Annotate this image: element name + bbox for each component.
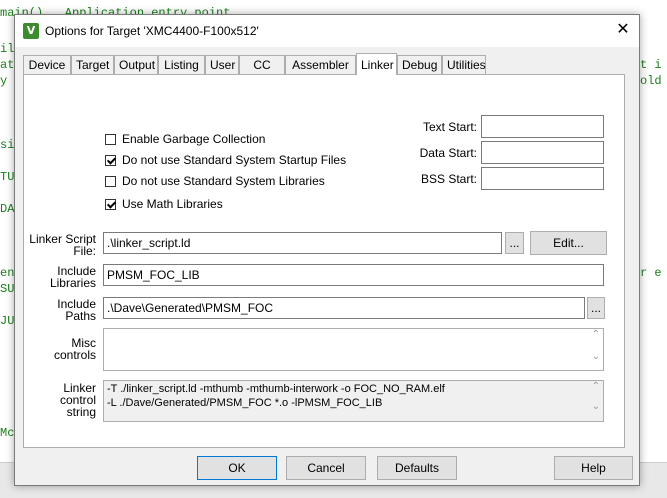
linker-script-label: Linker Script File: xyxy=(29,232,96,258)
linker-control-string-label: Linker control string xyxy=(59,381,96,419)
tab-target[interactable]: Target xyxy=(71,55,114,74)
data-start-input[interactable] xyxy=(481,141,604,164)
tab-user[interactable]: User xyxy=(205,55,239,74)
no-std-system-libraries-checkbox[interactable] xyxy=(105,175,116,187)
include-libraries-input[interactable]: PMSM_FOC_LIB xyxy=(103,264,604,286)
enable-garbage-collection-option[interactable]: Enable Garbage Collection xyxy=(105,132,265,146)
scroll-up-icon[interactable]: ⌃ xyxy=(592,329,600,340)
tab-device[interactable]: Device xyxy=(23,55,71,74)
browse-paths-button[interactable]: ... xyxy=(587,297,605,319)
code-line: r e xyxy=(640,266,662,280)
include-libraries-label: Include Libraries xyxy=(49,264,96,290)
defaults-button[interactable]: Defaults xyxy=(377,456,457,480)
tab-cc[interactable]: CC xyxy=(239,55,285,74)
tab-utilities[interactable]: Utilities xyxy=(442,55,486,74)
checkbox-label: Do not use Standard System Startup Files xyxy=(122,153,347,167)
bss-start-input[interactable] xyxy=(481,167,604,190)
scroll-up-icon[interactable]: ⌃ xyxy=(592,381,600,392)
checkbox-label: Use Math Libraries xyxy=(122,197,223,211)
code-line: DA xyxy=(0,202,15,216)
no-std-startup-files-option[interactable]: Do not use Standard System Startup Files xyxy=(105,153,346,167)
no-std-system-libraries-option[interactable]: Do not use Standard System Libraries xyxy=(105,174,325,188)
data-start-label: Data Start: xyxy=(419,146,477,160)
control-string-line: -T ./linker_script.ld -mthumb -mthumb-in… xyxy=(107,383,445,395)
code-line: old xyxy=(640,74,662,88)
help-button[interactable]: Help xyxy=(554,456,633,480)
tab-listing[interactable]: Listing xyxy=(158,55,205,74)
edit-script-button[interactable]: Edit... xyxy=(530,231,607,255)
checkbox-label: Do not use Standard System Libraries xyxy=(122,174,325,188)
scroll-down-icon[interactable]: ⌄ xyxy=(592,401,600,412)
browse-script-button[interactable]: ... xyxy=(505,232,524,254)
include-paths-label: Include Paths xyxy=(57,297,96,323)
misc-controls-label: Misc controls xyxy=(53,336,96,362)
tab-debug[interactable]: Debug xyxy=(397,55,442,74)
linker-tab-panel: Enable Garbage Collection Do not use Sta… xyxy=(23,74,625,448)
control-string-line: -L ./Dave/Generated/PMSM_FOC *.o -lPMSM_… xyxy=(107,397,383,409)
tab-assembler[interactable]: Assembler xyxy=(285,55,356,74)
tab-linker[interactable]: Linker xyxy=(356,53,397,75)
ok-button[interactable]: OK xyxy=(197,456,277,480)
scroll-down-icon[interactable]: ⌄ xyxy=(592,351,600,362)
linker-control-string-textarea[interactable]: -T ./linker_script.ld -mthumb -mthumb-in… xyxy=(103,380,604,422)
cancel-button[interactable]: Cancel xyxy=(286,456,366,480)
uvision-app-icon: V xyxy=(23,23,39,39)
use-math-libraries-checkbox[interactable] xyxy=(105,198,116,210)
dialog-titlebar[interactable]: V Options for Target 'XMC4400-F100x512' … xyxy=(15,15,639,47)
no-std-startup-files-checkbox[interactable] xyxy=(105,154,116,166)
bss-start-label: BSS Start: xyxy=(420,172,477,186)
linker-script-file-input[interactable]: .\linker_script.ld xyxy=(103,232,502,254)
tab-output[interactable]: Output xyxy=(114,55,158,74)
include-paths-input[interactable]: .\Dave\Generated\PMSM_FOC xyxy=(103,297,585,319)
code-line: t i xyxy=(640,58,662,72)
text-start-input[interactable] xyxy=(481,115,604,138)
dialog-title: Options for Target 'XMC4400-F100x512' xyxy=(45,24,259,38)
misc-controls-textarea[interactable]: ⌃ ⌄ xyxy=(103,328,604,371)
use-math-libraries-option[interactable]: Use Math Libraries xyxy=(105,197,223,211)
text-start-label: Text Start: xyxy=(422,120,477,134)
code-line: Mc xyxy=(0,426,15,440)
close-icon[interactable]: ✕ xyxy=(607,15,639,45)
options-for-target-dialog: V Options for Target 'XMC4400-F100x512' … xyxy=(14,14,640,486)
checkbox-label: Enable Garbage Collection xyxy=(122,132,266,146)
enable-garbage-collection-checkbox[interactable] xyxy=(105,133,116,145)
